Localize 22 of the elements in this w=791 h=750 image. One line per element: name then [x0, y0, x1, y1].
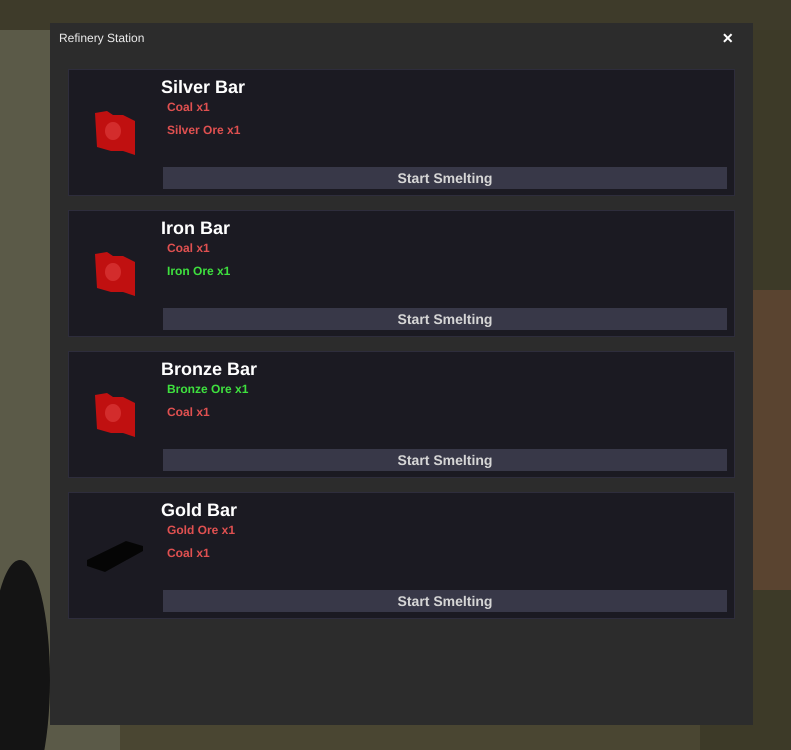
ingredient-requirement: Silver Ore x1	[167, 122, 242, 139]
start-smelting-button[interactable]: Start Smelting	[163, 590, 727, 612]
recipe-name: Iron Bar	[161, 217, 232, 239]
start-smelting-button[interactable]: Start Smelting	[163, 167, 727, 189]
recipe-name: Silver Bar	[161, 76, 246, 98]
ingredient-requirement: Coal x1	[167, 99, 211, 116]
ingredient-requirement: Coal x1	[167, 240, 211, 257]
recipe-name: Bronze Bar	[161, 358, 258, 380]
window-title: Refinery Station	[59, 30, 144, 47]
start-smelting-button[interactable]: Start Smelting	[163, 449, 727, 471]
ingredient-requirement: Gold Ore x1	[167, 522, 236, 539]
close-button[interactable]: ×	[722, 29, 733, 47]
start-smelting-button[interactable]: Start Smelting	[163, 308, 727, 330]
block-icon	[93, 108, 137, 156]
ingredient-requirement: Iron Ore x1	[167, 263, 232, 280]
ingredient-requirement: Coal x1	[167, 545, 211, 562]
block-icon	[93, 250, 137, 298]
ingot-icon	[86, 538, 144, 572]
ingredient-requirement: Coal x1	[167, 404, 211, 421]
ingredient-requirement: Bronze Ore x1	[167, 381, 250, 398]
block-icon	[93, 390, 137, 438]
recipe-name: Gold Bar	[161, 499, 238, 521]
